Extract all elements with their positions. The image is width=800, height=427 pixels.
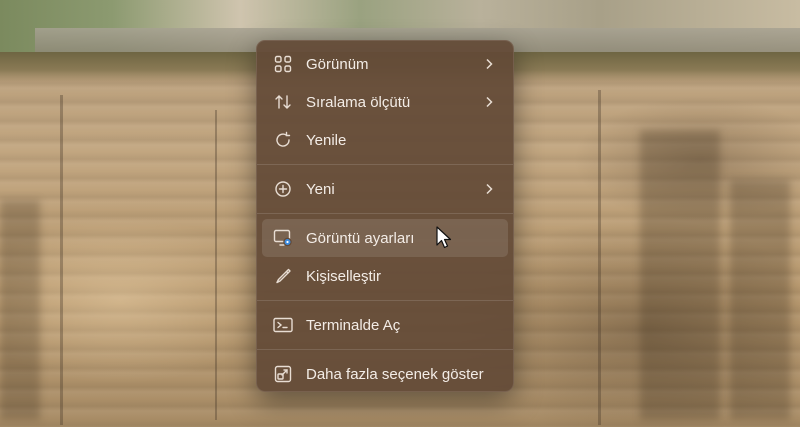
menu-item-label: Görüntü ayarları bbox=[306, 229, 415, 247]
wallpaper-rock-shadow bbox=[640, 130, 720, 420]
wallpaper-rock-crack bbox=[60, 95, 63, 425]
chevron-right-icon bbox=[480, 183, 498, 195]
menu-separator bbox=[257, 300, 513, 301]
new-plus-circle-icon bbox=[272, 178, 294, 200]
menu-item-label: Görünüm bbox=[306, 55, 369, 73]
grid-view-icon bbox=[272, 53, 294, 75]
chevron-right-icon bbox=[480, 96, 498, 108]
refresh-icon bbox=[272, 129, 294, 151]
desktop-context-menu: Görünüm Sıralama ölçütü Yenile Yeni Görü… bbox=[256, 40, 514, 392]
display-settings-icon bbox=[272, 227, 294, 249]
menu-item-show-more-options[interactable]: Daha fazla seçenek göster bbox=[262, 355, 508, 393]
menu-item-label: Terminalde Aç bbox=[306, 316, 401, 334]
menu-item-display-settings[interactable]: Görüntü ayarları bbox=[262, 219, 508, 257]
menu-separator bbox=[257, 349, 513, 350]
menu-item-view[interactable]: Görünüm bbox=[262, 45, 508, 83]
pen-brush-icon bbox=[272, 265, 294, 287]
menu-separator bbox=[257, 164, 513, 165]
menu-item-label: Yenile bbox=[306, 131, 347, 149]
wallpaper-rock-crack bbox=[598, 90, 601, 425]
menu-item-new[interactable]: Yeni bbox=[262, 170, 508, 208]
menu-item-personalize[interactable]: Kişiselleştir bbox=[262, 257, 508, 295]
sort-arrows-icon bbox=[272, 91, 294, 113]
menu-item-label: Sıralama ölçütü bbox=[306, 93, 411, 111]
menu-item-refresh[interactable]: Yenile bbox=[262, 121, 508, 159]
menu-separator bbox=[257, 213, 513, 214]
wallpaper-rock-shadow bbox=[730, 180, 790, 420]
chevron-right-icon bbox=[480, 58, 498, 70]
menu-item-sort-by[interactable]: Sıralama ölçütü bbox=[262, 83, 508, 121]
mouse-pointer-icon bbox=[436, 226, 452, 249]
more-options-icon bbox=[272, 363, 294, 385]
terminal-icon bbox=[272, 314, 294, 336]
wallpaper-rock-shadow bbox=[0, 200, 40, 420]
wallpaper-rock-crack bbox=[215, 110, 217, 420]
menu-item-open-in-terminal[interactable]: Terminalde Aç bbox=[262, 306, 508, 344]
menu-item-label: Kişiselleştir bbox=[306, 267, 382, 285]
menu-item-label: Yeni bbox=[306, 180, 335, 198]
menu-item-label: Daha fazla seçenek göster bbox=[306, 365, 484, 383]
